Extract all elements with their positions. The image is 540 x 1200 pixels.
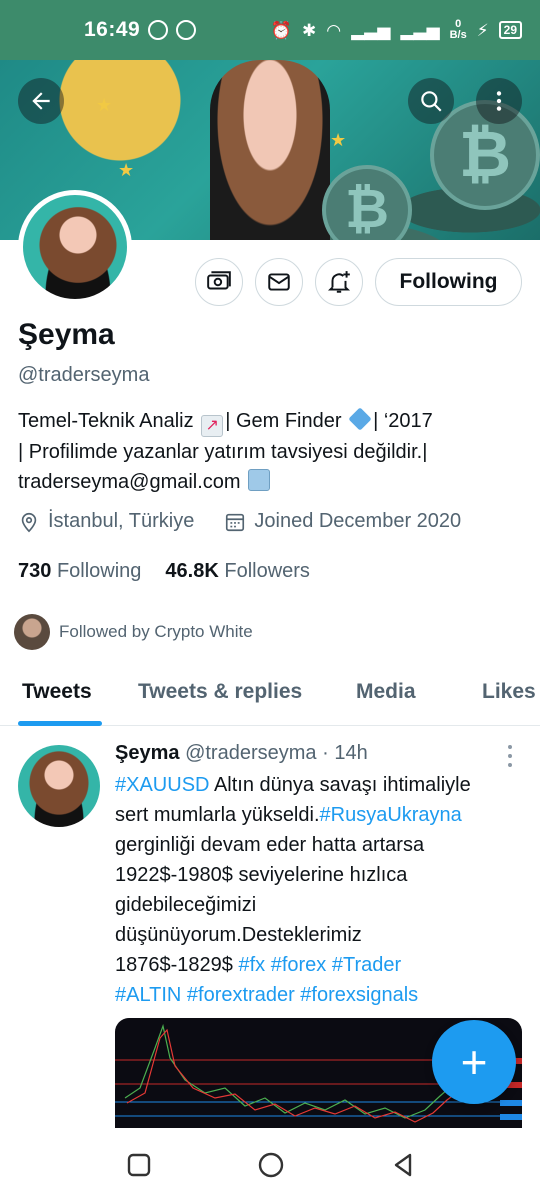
- search-icon: [421, 91, 442, 112]
- profile-location: İstanbul, Türkiye: [48, 510, 195, 532]
- compose-tweet-button[interactable]: +: [432, 1020, 516, 1104]
- back-nav-button[interactable]: [388, 1150, 418, 1180]
- tweet-text: #XAUUSD Altın dünya savaşı ihtimaliyle s…: [115, 770, 525, 1010]
- follow-counts: 730 Following 46.8K Followers: [18, 560, 310, 583]
- hashtag[interactable]: #fx: [238, 954, 265, 976]
- bio-email[interactable]: traderseyma@gmail.com: [18, 471, 241, 493]
- hashtag[interactable]: #Trader: [332, 954, 401, 976]
- followers-count: 46.8K: [165, 560, 219, 582]
- message-button[interactable]: [255, 258, 303, 306]
- tweet-author[interactable]: Şeyma: [115, 742, 180, 764]
- home-icon: [258, 1152, 284, 1178]
- active-tab-indicator: [18, 721, 102, 726]
- following-count-link[interactable]: 730 Following: [18, 560, 141, 583]
- signal-icon-2: ▂▃▅: [400, 20, 440, 40]
- hashtag[interactable]: #ALTIN: [115, 984, 181, 1006]
- profile-joined: Joined December 2020: [254, 510, 462, 532]
- calendar-icon: [226, 513, 245, 531]
- bio-text: Temel-Teknik Analiz: [18, 410, 194, 432]
- followed-by[interactable]: Followed by Crypto White: [14, 614, 253, 650]
- alarm-icon: [176, 20, 197, 40]
- bio-text: | Gem Finder: [225, 410, 342, 432]
- tweet-text-segment: Altın dünya savaşı ihtimaliyle: [209, 774, 471, 796]
- profile-tabs: Tweets Tweets & replies Media Likes: [0, 666, 540, 726]
- profile-handle: @traderseyma: [18, 364, 150, 386]
- tweet-text-segment: gidebileceğimizi: [115, 894, 257, 916]
- profile-name: Şeyma: [18, 318, 115, 351]
- net-speed-unit: B/s: [449, 29, 467, 41]
- tweet-text-segment: düşünüyorum.Desteklerimiz: [115, 924, 362, 946]
- hashtag[interactable]: #RusyaUkrayna: [320, 804, 462, 826]
- alarm-status-icon: ⏰: [270, 20, 293, 40]
- tip-button[interactable]: [195, 258, 243, 306]
- following-label: Following: [56, 560, 142, 582]
- banner-illustration: [210, 60, 330, 240]
- followers-count-link[interactable]: 46.8K Followers: [165, 560, 310, 583]
- search-button[interactable]: [408, 78, 454, 124]
- bluetooth-icon: ✱: [302, 20, 317, 40]
- tweet-time: 14h: [334, 742, 368, 764]
- recents-icon: [127, 1153, 151, 1177]
- tweet-separator: ·: [322, 742, 329, 764]
- tab-tweets-replies[interactable]: Tweets & replies: [138, 680, 302, 704]
- following-count: 730: [18, 560, 52, 582]
- money-icon: [207, 271, 231, 290]
- star-decoration: ★: [118, 160, 135, 180]
- star-decoration: ★: [96, 95, 113, 115]
- profile-avatar[interactable]: [18, 190, 132, 304]
- more-vertical-icon: [496, 91, 502, 111]
- followed-by-text: Followed by Crypto White: [59, 622, 253, 641]
- wifi-icon: ◠: [326, 20, 342, 40]
- hashtag[interactable]: #XAUUSD: [115, 774, 209, 796]
- system-nav-bar: [0, 1128, 540, 1200]
- home-button[interactable]: [256, 1150, 286, 1180]
- tweet-handle: @traderseyma: [185, 742, 317, 764]
- envelope-icon: [268, 273, 290, 291]
- status-bar: 16:49 ⏰ ✱ ◠ ▂▃▅ ▂▃▅ 0 B/s ⚡ 29: [0, 0, 540, 60]
- profile-meta: İstanbul, Türkiye Joined December 2020: [18, 510, 461, 533]
- back-button[interactable]: [18, 78, 64, 124]
- bio-line-1: Temel-Teknik Analiz ↗ | Gem Finder | ‘201…: [18, 406, 518, 437]
- hashtag[interactable]: #forex: [271, 954, 327, 976]
- battery-indicator: 29: [498, 21, 522, 39]
- profile-bio: Temel-Teknik Analiz ↗ | Gem Finder | ‘201…: [18, 406, 518, 497]
- hashtag[interactable]: #forexsignals: [300, 984, 418, 1006]
- tweet-text-segment: sert mumlarla yükseldi.: [115, 804, 320, 826]
- net-speed: 0 B/s: [450, 19, 467, 41]
- bio-text: | ‘2017: [373, 410, 433, 432]
- tweet-avatar[interactable]: [18, 745, 100, 827]
- tweet-header: Şeyma @traderseyma · 14h: [115, 742, 368, 765]
- hashtag[interactable]: #forextrader: [187, 984, 295, 1006]
- spotify-icon: [148, 20, 169, 40]
- location-icon: [21, 512, 37, 532]
- tweet-text-segment: gerginliği devam eder hatta artarsa: [115, 834, 425, 856]
- gem-icon: [348, 407, 372, 431]
- bio-line-2: | Profilimde yazanlar yatırım tavsiyesi …: [18, 441, 428, 463]
- chart-increasing-icon: ↗: [201, 415, 224, 437]
- notifications-button[interactable]: [315, 258, 363, 306]
- tweet-text-segment: 1876$-1829$: [115, 954, 239, 976]
- recents-button[interactable]: [124, 1150, 154, 1180]
- following-button[interactable]: Following: [375, 258, 522, 306]
- tab-likes[interactable]: Likes: [482, 680, 536, 704]
- bitcoin-coin-icon: ₿: [322, 165, 412, 240]
- inbox-tray-icon: [248, 469, 271, 491]
- tweet-more-button[interactable]: [506, 745, 514, 767]
- triangle-back-icon: [394, 1153, 412, 1177]
- more-options-button[interactable]: [476, 78, 522, 124]
- bell-plus-icon: [327, 271, 351, 293]
- followers-label: Followers: [224, 560, 310, 582]
- arrow-left-icon: [32, 92, 50, 110]
- star-decoration: ★: [330, 130, 347, 150]
- follower-avatar: [14, 614, 50, 650]
- tab-media[interactable]: Media: [356, 680, 416, 704]
- signal-icon-1: ▂▃▅: [351, 20, 391, 40]
- charging-icon: ⚡: [476, 20, 489, 40]
- status-time: 16:49: [84, 18, 141, 41]
- tweet-text-segment: 1922$-1980$ seviyelerine hızlıca: [115, 864, 408, 886]
- bio-line-3: traderseyma@gmail.com: [18, 467, 518, 497]
- tab-tweets[interactable]: Tweets: [22, 680, 92, 704]
